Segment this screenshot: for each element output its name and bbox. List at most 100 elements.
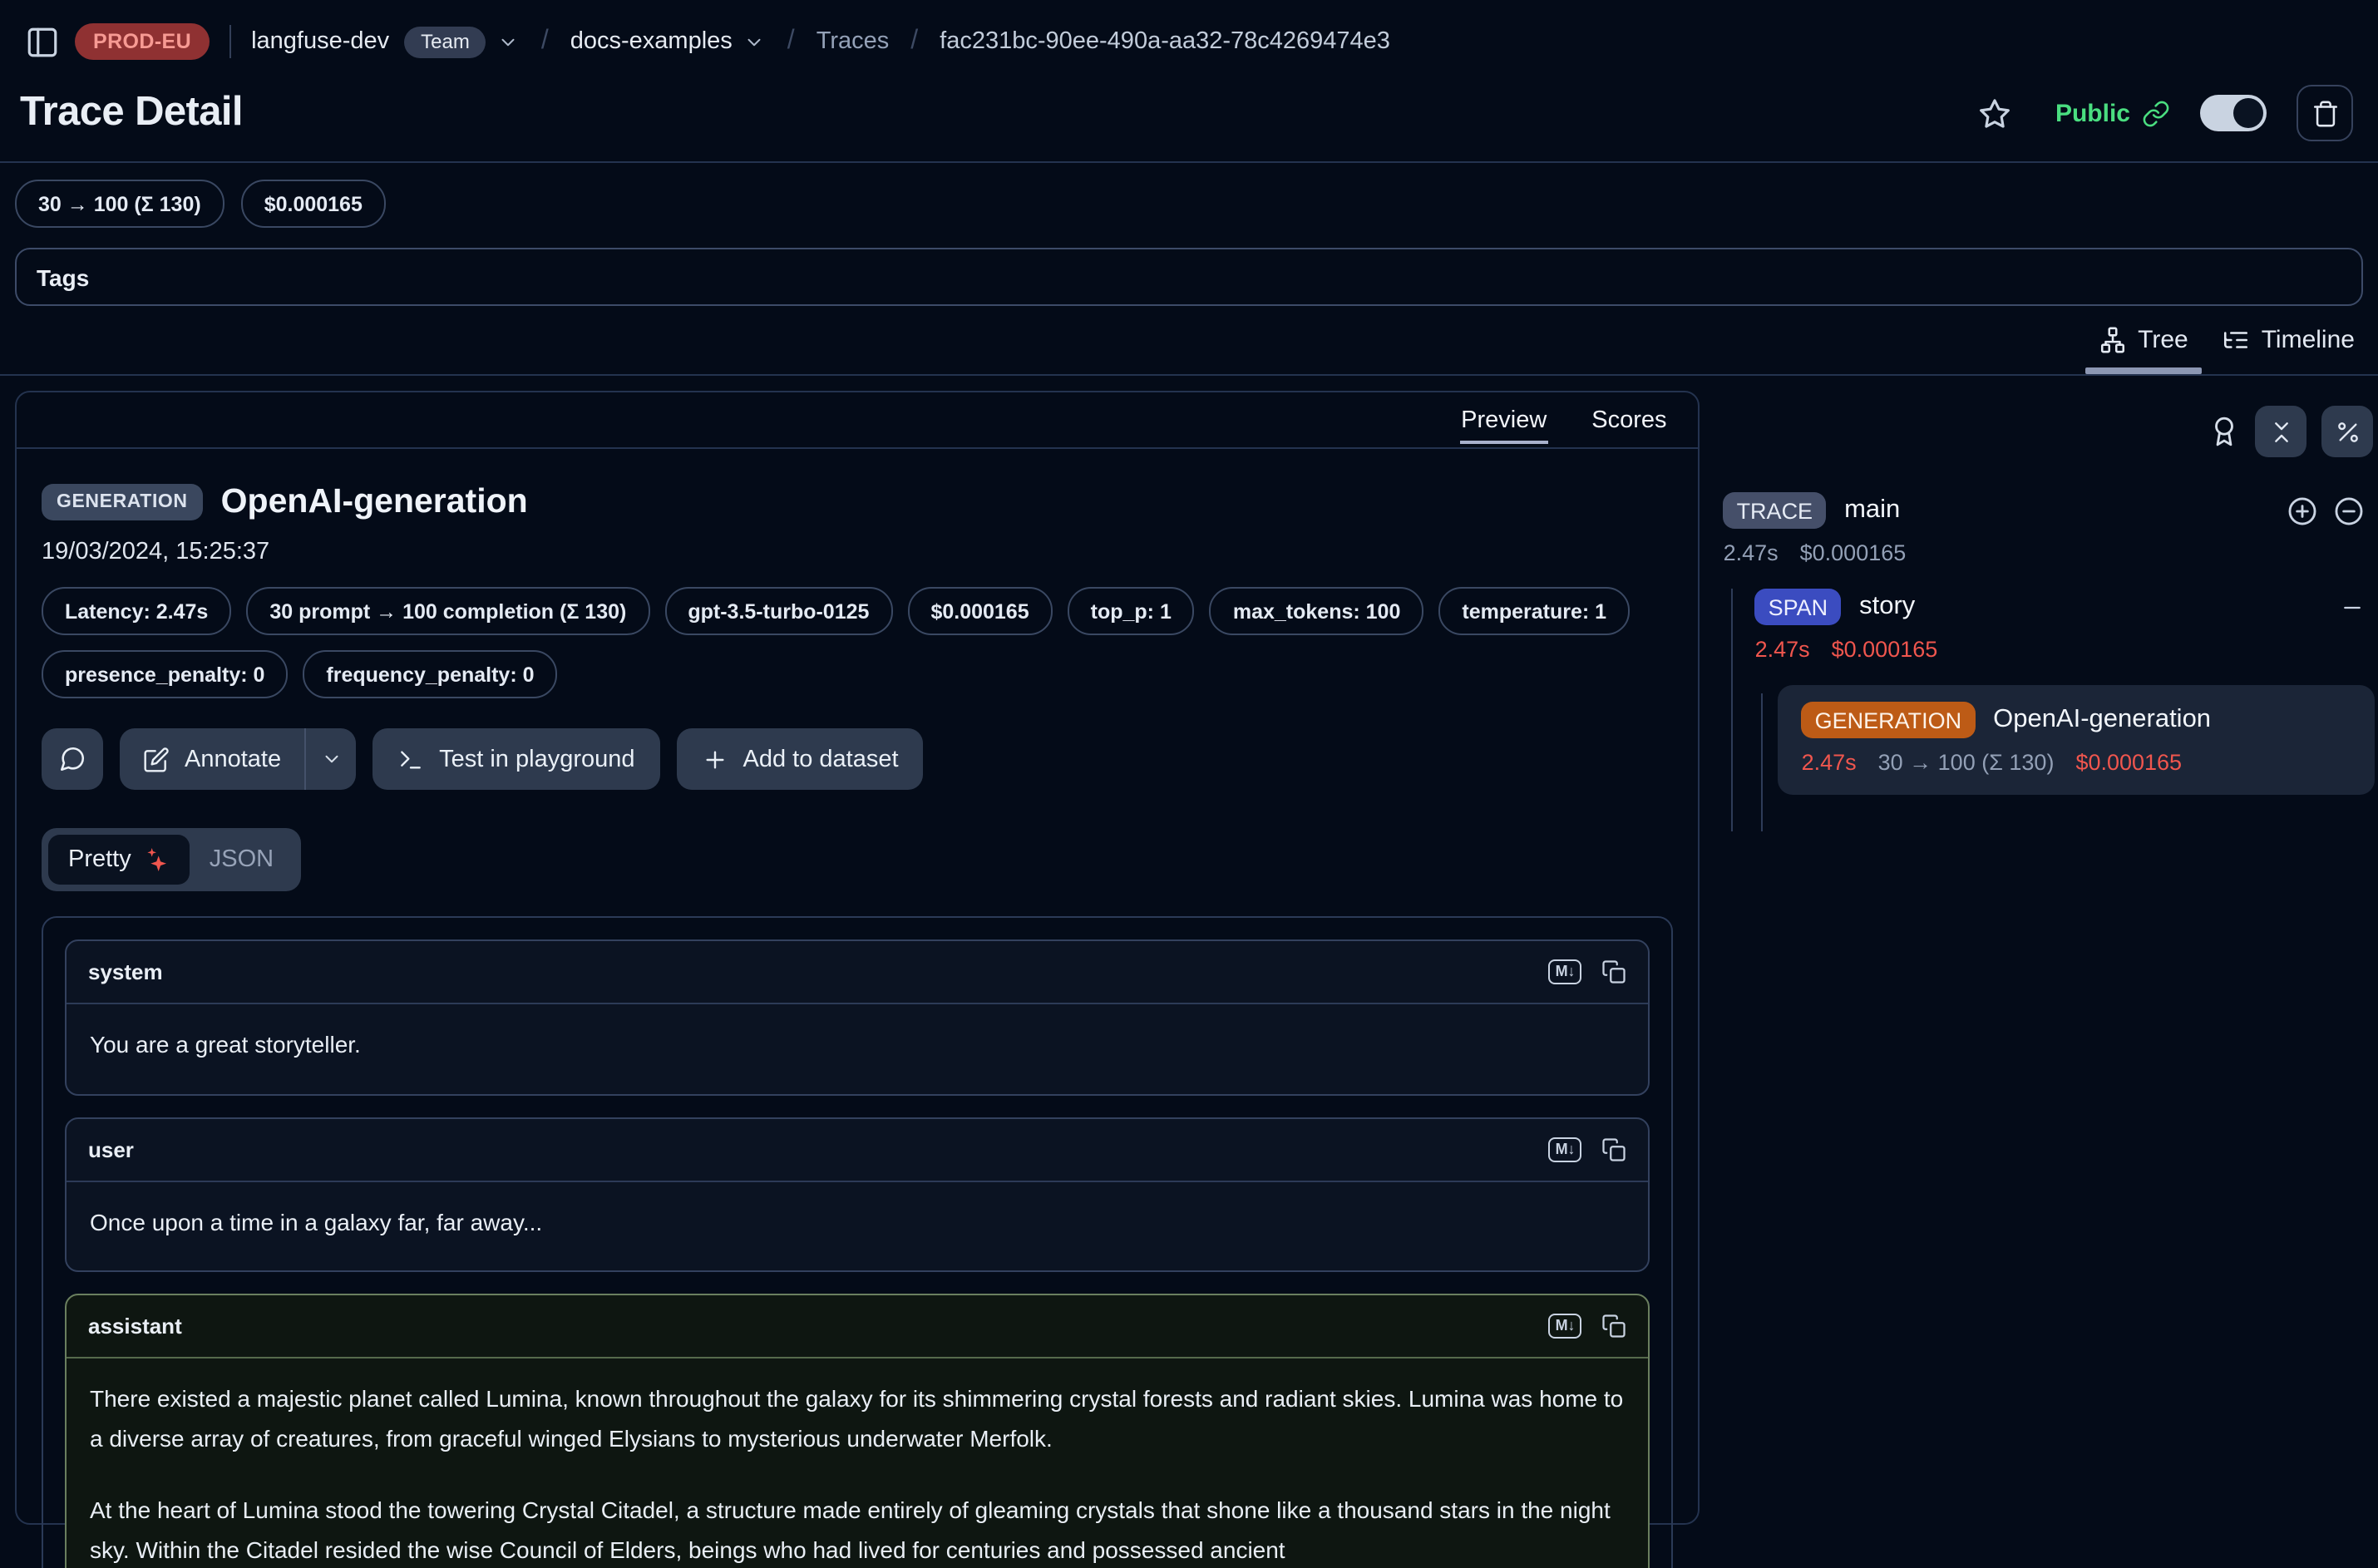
metrics-toggle-button[interactable]: [2321, 406, 2373, 457]
breadcrumb-project[interactable]: langfuse-dev: [251, 28, 389, 55]
chevron-down-icon: [320, 748, 342, 770]
observation-timestamp: 19/03/2024, 15:25:37: [42, 539, 1674, 565]
panel-tabs: Preview Scores: [17, 392, 1699, 449]
add-to-dataset-button[interactable]: Add to dataset: [677, 728, 924, 790]
public-link[interactable]: Public: [2055, 99, 2170, 127]
observation-actions: Annotate Test in playground Add to data: [42, 728, 1674, 790]
format-toggle: Pretty JSON: [42, 828, 300, 891]
presence-penalty-badge[interactable]: presence_penalty: 0: [42, 650, 288, 698]
markdown-toggle-icon[interactable]: M↓: [1549, 1137, 1582, 1161]
tree-node-trace[interactable]: TRACE main: [1715, 492, 2378, 529]
format-pretty-button[interactable]: Pretty: [48, 835, 190, 885]
tab-scores[interactable]: Scores: [1591, 392, 1666, 447]
observation-params-row1: Latency: 2.47s 30 prompt → 100 completio…: [42, 587, 1674, 635]
tree-node-span[interactable]: SPAN story 2.47s $0.000165: [1755, 589, 2378, 662]
generation-metrics: 2.47s 30 → 100 (Σ 130) $0.000165: [1802, 750, 2351, 775]
observation-panel: Preview Scores GENERATION OpenAI-generat…: [15, 391, 1700, 1525]
message-role: user: [88, 1137, 134, 1161]
max-tokens-badge[interactable]: max_tokens: 100: [1210, 587, 1424, 635]
breadcrumb-trace-id: fac231bc-90ee-490a-aa32-78c4269474e3: [940, 28, 1390, 55]
tree-toolbar: [1715, 406, 2378, 457]
trace-latency: 2.47s: [1724, 540, 1779, 565]
public-label: Public: [2055, 99, 2130, 127]
copy-icon[interactable]: [1602, 1137, 1627, 1161]
annotate-button[interactable]: Annotate: [120, 728, 304, 790]
page-header: Trace Detail Public: [0, 65, 2378, 141]
trace-summary: 30 → 100 (Σ 130) $0.000165: [0, 163, 2378, 228]
delete-trace-button[interactable]: [2297, 85, 2353, 141]
environment-badge[interactable]: PROD-EU: [75, 23, 210, 60]
tags-box[interactable]: Tags: [15, 248, 2363, 306]
tab-timeline[interactable]: Timeline: [2205, 306, 2371, 374]
content-area: Preview Scores GENERATION OpenAI-generat…: [0, 376, 2378, 1525]
generation-cost: $0.000165: [2075, 750, 2182, 775]
breadcrumb: PROD-EU langfuse-dev Team / docs-example…: [0, 0, 2378, 65]
observation-type-badge: GENERATION: [42, 484, 203, 520]
annotate-dropdown-button[interactable]: [306, 728, 356, 790]
latency-badge[interactable]: Latency: 2.47s: [42, 587, 231, 635]
zoom-in-icon[interactable]: [2287, 495, 2318, 526]
span-metrics: 2.47s $0.000165: [1755, 637, 2378, 662]
breadcrumb-divider: [229, 25, 231, 58]
chevron-down-icon[interactable]: [498, 31, 520, 52]
message-content: You are a great storyteller.: [90, 1026, 1626, 1065]
message-system: system M↓ You are a great storyteller.: [65, 939, 1650, 1095]
message-user: user M↓ Once upon a time in a galaxy far…: [65, 1117, 1650, 1272]
trash-icon: [2311, 99, 2339, 127]
generation-name: OpenAI-generation: [1993, 705, 2211, 735]
span-latency: 2.47s: [1755, 637, 1810, 662]
message-assistant: assistant M↓ There existed a majestic pl…: [65, 1294, 1650, 1568]
chevron-down-icon[interactable]: [744, 31, 766, 52]
pretty-label: Pretty: [68, 846, 131, 873]
terminal-icon: [397, 746, 424, 772]
trace-type-badge: TRACE: [1724, 492, 1827, 529]
add-to-dataset-label: Add to dataset: [743, 746, 899, 772]
test-in-playground-button[interactable]: Test in playground: [372, 728, 659, 790]
percent-icon: [2334, 418, 2361, 445]
model-badge[interactable]: gpt-3.5-turbo-0125: [664, 587, 892, 635]
copy-icon[interactable]: [1602, 1314, 1627, 1339]
edit-icon: [143, 746, 170, 772]
span-type-badge: SPAN: [1755, 589, 1842, 625]
generation-latency: 2.47s: [1802, 750, 1857, 775]
cost-badge[interactable]: $0.000165: [241, 180, 386, 228]
sidebar-toggle-icon[interactable]: [25, 24, 60, 59]
team-badge: Team: [404, 26, 486, 57]
collapse-node-icon[interactable]: [2340, 594, 2378, 619]
breadcrumb-section-traces[interactable]: Traces: [817, 28, 890, 55]
collapse-all-button[interactable]: [2255, 406, 2306, 457]
copy-icon[interactable]: [1602, 959, 1627, 984]
comment-icon: [58, 745, 86, 773]
frequency-penalty-badge[interactable]: frequency_penalty: 0: [303, 650, 557, 698]
tab-preview[interactable]: Preview: [1461, 392, 1547, 447]
breadcrumb-folder[interactable]: docs-examples: [570, 28, 733, 55]
markdown-toggle-icon[interactable]: M↓: [1549, 1314, 1582, 1339]
trace-tree-panel: TRACE main 2.47s $0.000165 SPAN story: [1715, 391, 2378, 795]
span-name: story: [1859, 592, 1915, 622]
comment-button[interactable]: [42, 728, 103, 790]
breadcrumb-separator: /: [910, 27, 918, 57]
tree-node-generation-selected[interactable]: GENERATION OpenAI-generation 2.47s 30 → …: [1779, 685, 2375, 795]
markdown-toggle-icon[interactable]: M↓: [1549, 959, 1582, 984]
tree-connector-line: [1732, 589, 1734, 831]
token-usage-badge[interactable]: 30 → 100 (Σ 130): [15, 180, 224, 228]
generation-tokens: 30 → 100 (Σ 130): [1878, 750, 2055, 775]
cost-badge[interactable]: $0.000165: [907, 587, 1052, 635]
star-icon[interactable]: [1977, 96, 2012, 131]
public-toggle[interactable]: [2200, 95, 2267, 131]
top-p-badge[interactable]: top_p: 1: [1068, 587, 1195, 635]
trace-metrics: 2.47s $0.000165: [1715, 540, 2378, 565]
temperature-badge[interactable]: temperature: 1: [1438, 587, 1630, 635]
span-cost: $0.000165: [1832, 637, 1938, 662]
test-in-playground-label: Test in playground: [439, 746, 634, 772]
zoom-out-icon[interactable]: [2333, 495, 2365, 526]
tree-connector-line: [1762, 693, 1764, 831]
message-content-paragraph: At the heart of Lumina stood the towerin…: [90, 1492, 1626, 1568]
tab-tree[interactable]: Tree: [2081, 306, 2205, 374]
breadcrumb-separator: /: [541, 27, 549, 57]
format-json-button[interactable]: JSON: [190, 835, 294, 885]
token-usage-badge[interactable]: 30 prompt → 100 completion (Σ 130): [246, 587, 649, 635]
observation-params-row2: presence_penalty: 0 frequency_penalty: 0: [42, 650, 1674, 698]
award-icon[interactable]: [2208, 416, 2240, 447]
generation-type-badge: GENERATION: [1802, 702, 1976, 738]
